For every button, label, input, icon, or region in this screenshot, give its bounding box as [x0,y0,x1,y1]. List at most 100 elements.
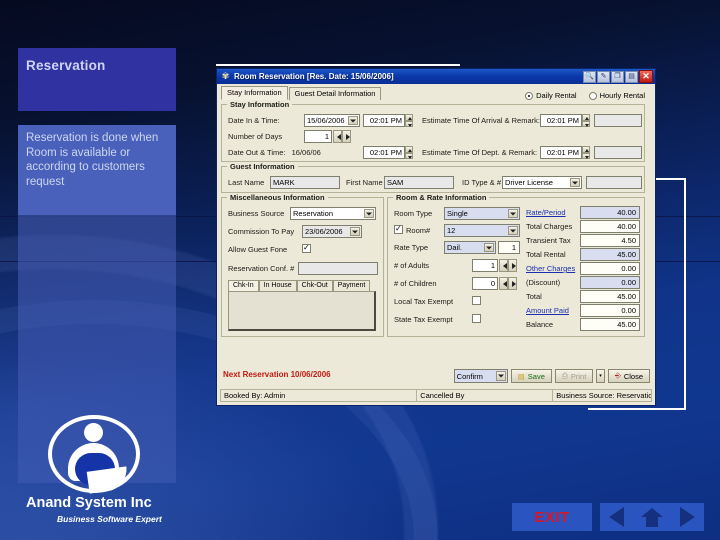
radio-hourly-rental[interactable]: Hourly Rental [588,91,645,100]
est-dept-remark-field[interactable] [594,146,642,159]
group-miscellaneous-information: Miscellaneous Information Business Sourc… [221,193,384,337]
misc-inner-tabs: Chk-In In House Chk-Out Payment [228,280,371,291]
room-reservation-window[interactable]: ✾ Room Reservation [Res. Date: 15/06/200… [216,68,656,406]
label-last-name: Last Name [228,178,265,187]
rate-type-combo[interactable]: Dail. [444,241,496,254]
search-icon[interactable]: 🔍 [583,70,596,83]
slide-body-box: Reservation is done when Room is availab… [18,125,176,215]
charge-label: Transient Tax [526,236,571,245]
adults-field[interactable]: 1 [472,259,498,272]
print-button[interactable]: ⎙ Print [554,369,594,383]
close-icon[interactable]: ✕ [639,70,653,83]
time-out-stepper[interactable] [405,146,413,159]
label-allow-guest-fone: Allow Guest Fone [228,245,288,254]
last-name-field[interactable]: MARK [270,176,340,189]
group-guest-title: Guest Information [227,162,298,171]
est-arrival-stepper[interactable] [582,114,590,127]
charge-label[interactable]: Other Charges [526,264,575,273]
window-titlebar[interactable]: ✾ Room Reservation [Res. Date: 15/06/200… [217,69,655,84]
business-source-combo[interactable]: Reservation [290,207,376,220]
room-type-combo[interactable]: Single [444,207,520,220]
number-of-days-field[interactable]: 1 [304,130,332,143]
home-icon[interactable] [640,507,663,527]
charge-value[interactable]: 4.50 [580,234,640,247]
id-type-combo[interactable]: Driver License [502,176,582,189]
exit-button[interactable]: EXIT [512,503,592,531]
tab-stay-information[interactable]: Stay Information [221,86,288,100]
local-tax-exempt-checkbox[interactable] [472,296,481,305]
charge-value[interactable]: 0.00 [580,262,640,275]
est-arrival-remark-field[interactable] [594,114,642,127]
time-in-spinner[interactable]: 02:01 PM [363,114,405,127]
state-tax-exempt-checkbox[interactable] [472,314,481,323]
charge-value[interactable]: 0.00 [580,304,640,317]
label-reservation-conf: Reservation Conf. # [228,264,295,273]
children-field[interactable]: 0 [472,277,498,290]
charge-value[interactable]: 45.00 [580,318,640,331]
charge-row: Total Charges 40.00 [526,219,642,233]
charge-label: Balance [526,320,554,329]
label-children: # of Children [394,279,437,288]
deco-strip-2 [684,178,686,410]
inner-tab-in-house[interactable]: In House [258,280,297,291]
rate-type-extra-field[interactable]: 1 [498,241,520,254]
charge-label[interactable]: Amount Paid [526,306,569,315]
brand-name: Anand System Inc [26,495,152,511]
window-body: Stay Information Guest Detail Informatio… [217,84,655,405]
inner-tab-chk-out[interactable]: Chk-Out [296,280,333,291]
label-date-out: Date Out & Time: 16/06/06 [228,148,321,157]
children-stepper[interactable] [499,277,517,290]
book-icon[interactable]: ▤ [625,70,638,83]
next-arrow-icon[interactable] [680,507,696,527]
inner-tab-chk-in[interactable]: Chk-In [228,280,259,291]
print-dropdown-button[interactable]: ▾ [596,369,605,383]
allow-guest-fone-checkbox[interactable] [302,243,311,253]
est-arrival-time-spinner[interactable]: 02:01 PM [540,114,582,127]
status-combo[interactable]: Confirm [453,369,508,383]
charge-value[interactable]: 40.00 [580,206,640,219]
charge-value[interactable]: 45.00 [580,248,640,261]
charge-label[interactable]: Rate/Period [526,208,566,217]
first-name-field[interactable]: SAM [384,176,454,189]
footer-button-bar: Confirm ▤ Save ⎙ Print ▾ ⎆ Close [453,369,650,383]
print-preview-icon[interactable]: ❐ [611,70,624,83]
main-tab-row: Stay Information Guest Detail Informatio… [221,86,651,100]
date-in-combo[interactable]: 15/06/2006 [304,114,360,127]
time-in-stepper[interactable] [405,114,413,127]
label-adults: # of Adults [394,261,430,270]
save-button[interactable]: ▤ Save [510,369,552,383]
back-arrow-icon[interactable] [608,507,624,527]
room-number-checkbox[interactable] [394,224,403,234]
charge-value[interactable]: 45.00 [580,290,640,303]
est-dept-stepper[interactable] [582,146,590,159]
charge-row: (Discount) 0.00 [526,275,642,289]
number-of-days-stepper[interactable] [333,130,351,143]
label-id-type: ID Type & # [462,178,502,187]
reservation-conf-field[interactable] [298,262,378,275]
est-dept-time-spinner[interactable]: 02:01 PM [540,146,582,159]
tab-guest-detail-information[interactable]: Guest Detail Information [288,87,382,100]
door-icon: ⎆ [614,371,621,380]
label-commission: Commission To Pay [228,227,295,236]
date-out-value: 16/06/06 [291,148,321,157]
charges-table: Rate/Period 40.00 Total Charges 40.00 Transi… [526,205,642,331]
charge-row: Transient Tax 4.50 [526,233,642,247]
paint-icon[interactable]: ✎ [597,70,610,83]
room-number-value: 12 [447,226,456,235]
close-button[interactable]: ⎆ Close [607,369,650,383]
id-number-field[interactable] [586,176,642,189]
commission-date-combo[interactable]: 23/06/2006 [302,225,362,238]
group-room-rate-information: Room & Rate Information Room Type Single… [387,193,645,337]
room-number-combo[interactable]: 12 [444,224,520,237]
label-local-tax-exempt: Local Tax Exempt [394,297,454,306]
close-label: Close [623,371,643,381]
charge-value[interactable]: 40.00 [580,220,640,233]
charge-value[interactable]: 0.00 [580,276,640,289]
time-out-spinner[interactable]: 02:01 PM [363,146,405,159]
inner-tab-payment[interactable]: Payment [332,280,371,291]
id-type-value: Driver License [505,178,553,187]
next-reservation-label: Next Reservation 10/06/2006 [223,370,331,379]
adults-stepper[interactable] [499,259,517,272]
radio-daily-rental[interactable]: Daily Rental [525,91,577,100]
misc-inner-pane [228,291,376,331]
